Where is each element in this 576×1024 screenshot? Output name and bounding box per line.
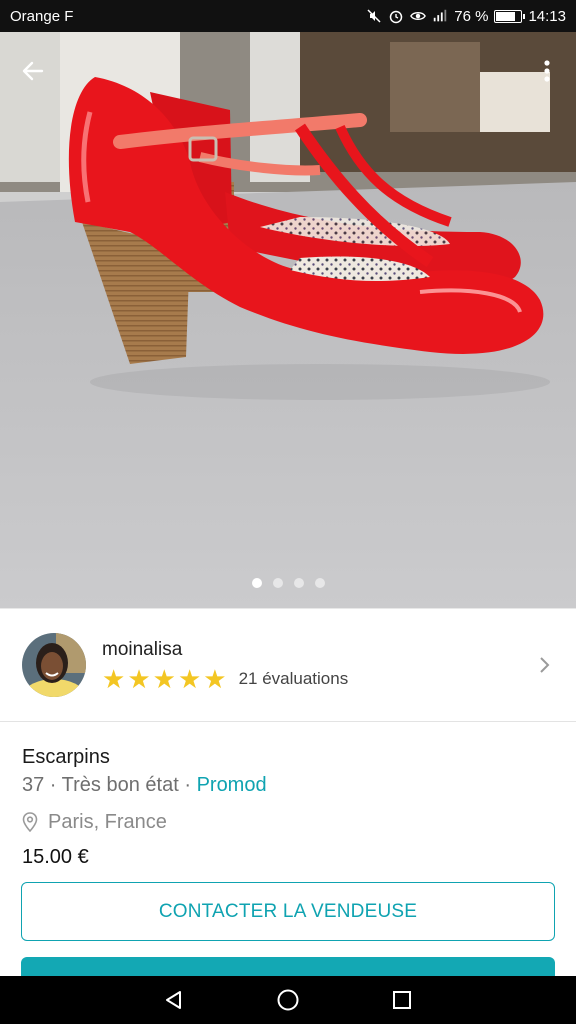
contact-seller-button[interactable]: CONTACTER LA VENDEUSE [21,882,555,941]
nav-back-button[interactable] [159,985,189,1015]
star-icon: ★ [102,664,126,694]
square-recents-icon [393,991,411,1009]
star-icon: ★ [177,664,202,694]
more-vertical-icon [544,60,550,82]
nav-home-button[interactable] [273,985,303,1015]
location-text: Paris, France [48,810,167,833]
arrow-left-icon [22,61,44,81]
pagination-dot[interactable] [293,578,304,588]
item-brand-link[interactable]: Promod [197,774,267,796]
rating-count: 21 évaluations [238,669,349,688]
seller-row[interactable]: moinalisa ★ ★ ★ ★ ★ 21 évaluations [0,608,576,722]
alarm-icon [388,8,404,24]
product-photo[interactable] [0,32,576,608]
pagination-dot[interactable] [251,578,262,588]
system-nav-bar [0,976,576,1024]
more-options-button[interactable] [532,54,562,88]
item-location: Paris, France [22,808,554,836]
seller-name: moinalisa [102,639,183,660]
nav-recents-button[interactable] [387,985,417,1015]
location-pin-icon [22,812,38,832]
circle-home-icon [277,989,299,1011]
star-icon: ★ [203,664,227,694]
seller-rating: ★ ★ ★ ★ ★ 21 évaluations [102,664,534,694]
star-icon: ★ [127,664,151,694]
meta-separator: · [44,774,62,796]
pagination-dot[interactable] [314,578,325,588]
app: Orange F 76 % 14:13 moinalisa ★ ★ ★ ★ ★ … [0,0,576,1024]
item-details: Escarpins 37 · Très bon état · Promod Pa… [0,722,576,874]
battery-icon [494,9,526,23]
seller-info: moinalisa ★ ★ ★ ★ ★ 21 évaluations [102,639,534,694]
status-icons: 76 % 14:13 [366,8,566,25]
battery-level [496,11,515,21]
avatar [22,633,86,697]
chevron-right-icon [540,657,550,673]
red-patent-heels-photo [0,32,576,608]
photo-pagination [0,578,576,588]
item-size: 37 [22,774,45,796]
status-bar: Orange F 76 % 14:13 [0,0,576,32]
carrier-name: Orange F [10,7,74,25]
rating-stars: ★ ★ ★ ★ ★ [102,664,227,694]
back-button[interactable] [16,54,50,88]
pagination-dot[interactable] [272,578,283,588]
triangle-back-icon [166,991,181,1009]
meta-separator: · [178,774,197,796]
battery-percent: 76 % [454,7,489,25]
mute-icon [366,8,382,24]
signal-icon [432,8,448,24]
eye-icon [410,8,427,24]
item-price: 15.00 € [22,846,89,868]
item-title: Escarpins [22,746,110,768]
item-meta: 37 · Très bon état · Promod [22,774,554,802]
item-condition: Très bon état [61,774,179,796]
star-icon: ★ [152,664,176,694]
clock: 14:13 [528,7,566,25]
